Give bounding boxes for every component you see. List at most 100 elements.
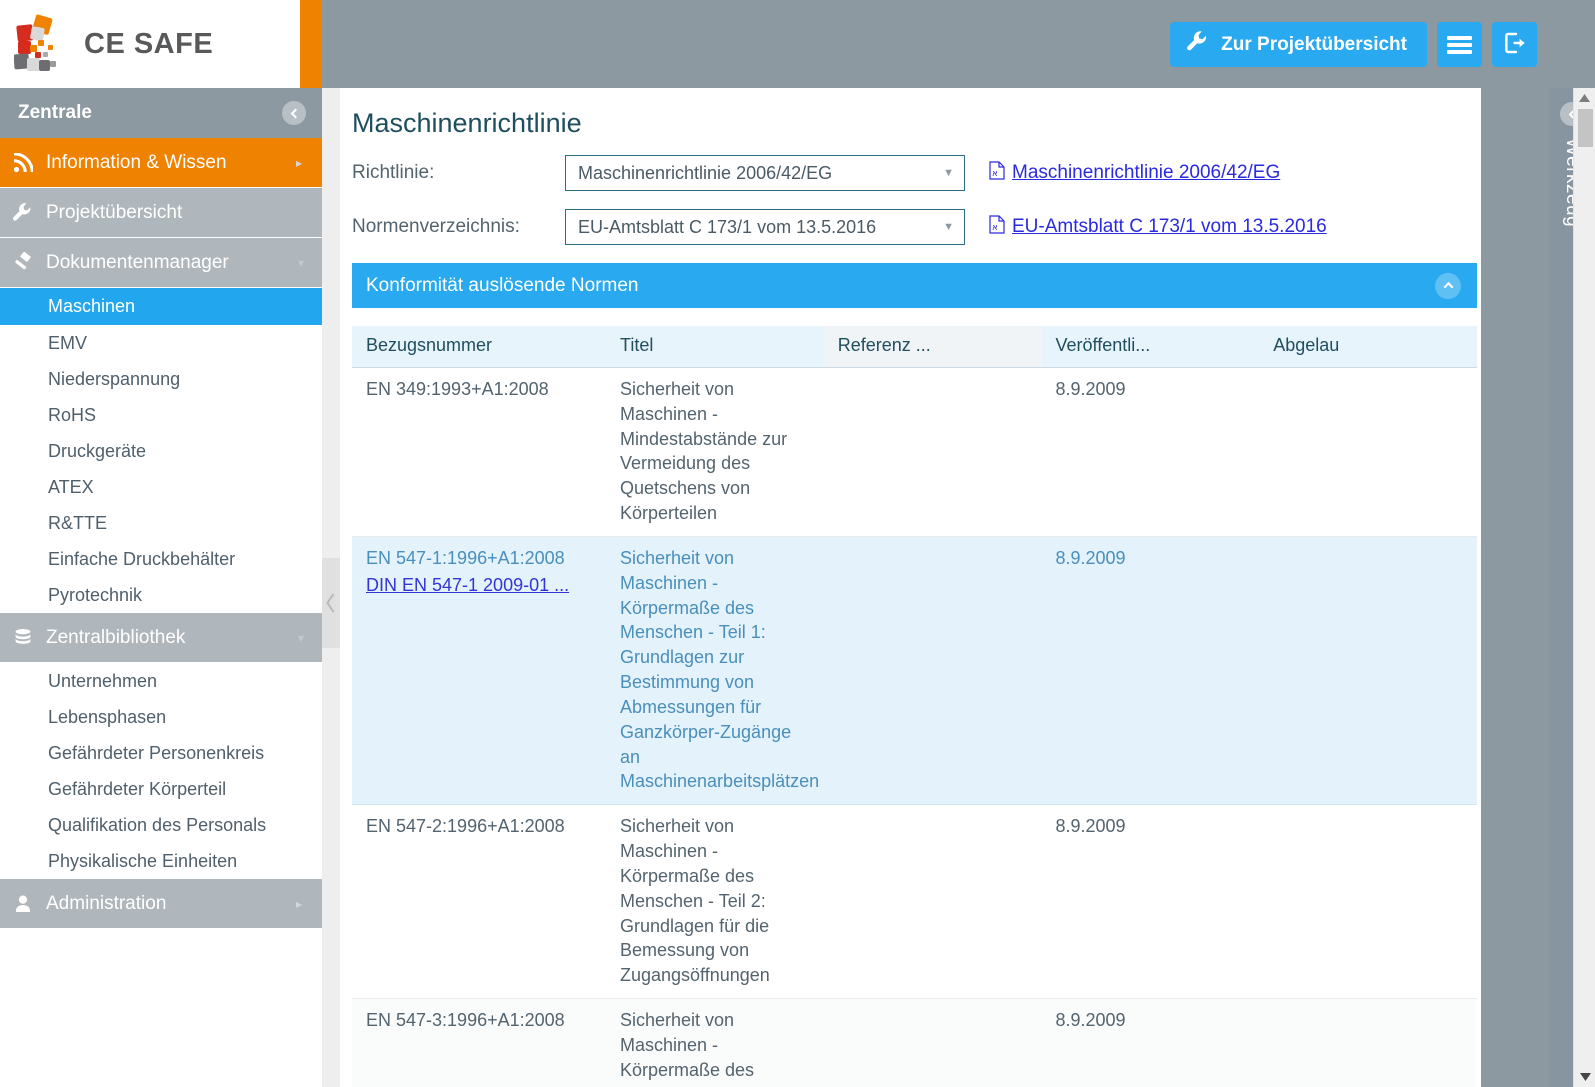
sidebar-item-maschinen[interactable]: Maschinen [0, 288, 322, 325]
cell-referenz [823, 536, 1042, 806]
cell-referenz [823, 367, 1042, 537]
table-header-row: Bezugsnummer Titel Referenz ... Veröffen… [352, 326, 1477, 368]
cell-titel: Sicherheit von Maschinen - Mindestabstän… [606, 367, 824, 537]
column-header-titel[interactable]: Titel [606, 326, 824, 368]
sidebar-group-label: Information & Wissen [46, 151, 227, 173]
cell-bezugsnummer: EN 547-2:1996+A1:2008 [352, 804, 606, 1000]
sidebar-item-gefaehrdeter-koerperteil[interactable]: Gefährdeter Körperteil [0, 771, 322, 807]
top-bar: Zur Projektübersicht [322, 0, 1595, 88]
sidebar-item-emv[interactable]: EMV [0, 325, 322, 361]
sidebar-collapse-button[interactable] [282, 101, 306, 125]
cell-bezugsnummer: EN 349:1993+A1:2008 [352, 367, 606, 537]
chevron-down-icon: ▼ [943, 167, 954, 179]
normenverzeichnis-select[interactable]: EU-Amtsblatt C 173/1 vom 13.5.2016 ▼ [565, 209, 965, 245]
scroll-up-arrow[interactable] [1574, 88, 1595, 108]
application-root: CE SAFE Zentrale Information & Wissen ▸ … [0, 0, 1595, 1087]
richtlinie-selected-value: Maschinenrichtlinie 2006/42/EG [578, 162, 833, 183]
wrench-icon [0, 202, 46, 224]
column-header-bezugsnummer[interactable]: Bezugsnummer [352, 326, 606, 368]
scroll-thumb[interactable] [1578, 109, 1593, 147]
sidebar-item-unternehmen[interactable]: Unternehmen [0, 663, 322, 699]
normen-table: Bezugsnummer Titel Referenz ... Veröffen… [352, 326, 1477, 1087]
richtlinie-select[interactable]: Maschinenrichtlinie 2006/42/EG ▼ [565, 155, 965, 191]
logout-button[interactable] [1492, 22, 1537, 67]
sidebar-header: Zentrale [0, 88, 322, 138]
cell-referenz [823, 804, 1042, 1000]
wrench-icon [1186, 30, 1210, 60]
rss-icon [0, 152, 46, 173]
sidebar-item-pyrotechnik[interactable]: Pyrotechnik [0, 577, 322, 613]
normenverzeichnis-row: Normenverzeichnis: EU-Amtsblatt C 173/1 … [350, 209, 1481, 245]
chevron-right-icon: ▸ [295, 155, 302, 170]
page-title: Maschinenrichtlinie [352, 108, 582, 138]
normenverzeichnis-pdf-link-label: EU-Amtsblatt C 173/1 vom 13.5.2016 [1012, 216, 1327, 237]
sidebar-group-label: Dokumentenmanager [46, 251, 229, 273]
caret-down-icon [1579, 1073, 1591, 1081]
caret-up-icon [1579, 94, 1590, 102]
scroll-down-arrow[interactable] [1574, 1067, 1595, 1087]
normen-panel-collapse-button[interactable] [1435, 272, 1461, 299]
sidebar-item-rtte[interactable]: R&TTE [0, 505, 322, 541]
normen-panel-header[interactable]: Konformität auslösende Normen [352, 263, 1477, 308]
bezugsnummer-text: EN 547-3:1996+A1:2008 [366, 1010, 565, 1031]
sidebar-content-divider [322, 88, 340, 1087]
richtlinie-pdf-link[interactable]: א Maschinenrichtlinie 2006/42/EG [989, 160, 1280, 186]
sidebar-item-atex[interactable]: ATEX [0, 469, 322, 505]
sidebar-item-niederspannung[interactable]: Niederspannung [0, 361, 322, 397]
cell-veroeffentlicht: 8.9.2009 [1041, 536, 1260, 806]
sidebar-item-gefaehrdeter-personenkreis[interactable]: Gefährdeter Personenkreis [0, 735, 322, 771]
pdf-file-icon: א [989, 214, 1005, 240]
table-row[interactable]: EN 547-3:1996+A1:2008 Sicherheit von Masc… [352, 998, 1477, 1087]
table-row[interactable]: EN 547-1:1996+A1:2008 DIN EN 547-1 2009-0… [352, 536, 1477, 806]
sidebar-collapse-handle[interactable] [322, 558, 340, 648]
cell-titel: Sicherheit von Maschinen - Körpermaße de… [606, 804, 824, 1000]
sidebar-item-qualifikation-des-personals[interactable]: Qualifikation des Personals [0, 807, 322, 843]
gavel-icon [0, 251, 46, 274]
main-content: Maschinenrichtlinie Richtlinie: Maschine… [340, 88, 1481, 1087]
bezugsnummer-text: EN 349:1993+A1:2008 [366, 379, 549, 399]
table-row[interactable]: EN 349:1993+A1:2008 Sicherheit von Maschi… [352, 367, 1477, 537]
cell-bezugsnummer: EN 547-1:1996+A1:2008 DIN EN 547-1 2009-0… [352, 536, 606, 806]
sidebar-group-projektuebersicht[interactable]: Projektübersicht [0, 188, 322, 238]
zur-projektuebersicht-button[interactable]: Zur Projektübersicht [1170, 22, 1427, 67]
pdf-file-icon: א [989, 160, 1005, 186]
sidebar-item-physikalische-einheiten[interactable]: Physikalische Einheiten [0, 843, 322, 879]
cell-titel: Sicherheit von Maschinen - Körpermaße de… [606, 998, 824, 1087]
menu-button[interactable] [1437, 22, 1482, 67]
sidebar-item-lebensphasen[interactable]: Lebensphasen [0, 699, 322, 735]
chevron-left-icon [290, 107, 297, 119]
document-reference-link[interactable]: DIN EN 547-1 2009-01 ... [366, 573, 594, 598]
logout-icon [1502, 30, 1528, 59]
sidebar-group-administration[interactable]: Administration ▸ [0, 879, 322, 929]
cell-veroeffentlicht: 8.9.2009 [1041, 367, 1260, 537]
cell-abgelaufen [1259, 367, 1477, 537]
sidebar-group-information-wissen[interactable]: Information & Wissen ▸ [0, 138, 322, 188]
normenverzeichnis-pdf-link[interactable]: א EU-Amtsblatt C 173/1 vom 13.5.2016 [989, 214, 1327, 240]
sidebar-group-label: Zentralbibliothek [46, 626, 186, 648]
normen-panel: Konformität auslösende Normen Bezugsnumm… [352, 263, 1477, 1087]
sidebar-item-einfache-druckbehaelter[interactable]: Einfache Druckbehälter [0, 541, 322, 577]
normen-panel-title: Konformität auslösende Normen [366, 274, 639, 296]
richtlinie-row: Richtlinie: Maschinenrichtlinie 2006/42/… [350, 155, 1481, 191]
chevron-down-icon: ▼ [943, 221, 954, 233]
chevron-down-icon: ▾ [297, 630, 304, 645]
sidebar-item-druckgeraete[interactable]: Druckgeräte [0, 433, 322, 469]
sidebar: CE SAFE Zentrale Information & Wissen ▸ … [0, 0, 322, 1087]
normenverzeichnis-selected-value: EU-Amtsblatt C 173/1 vom 13.5.2016 [578, 216, 877, 237]
sidebar-header-label: Zentrale [18, 102, 92, 123]
sidebar-group-dokumentenmanager[interactable]: Dokumentenmanager ▾ [0, 238, 322, 288]
cell-bezugsnummer: EN 547-3:1996+A1:2008 [352, 998, 606, 1087]
column-header-veroeffentlicht[interactable]: Veröffentli... [1041, 326, 1260, 368]
cell-referenz [823, 998, 1042, 1087]
bezugsnummer-text: EN 547-1:1996+A1:2008 [366, 547, 565, 568]
table-row[interactable]: EN 547-2:1996+A1:2008 Sicherheit von Masc… [352, 804, 1477, 1000]
hamburger-icon [1447, 33, 1472, 57]
content-vertical-scrollbar[interactable] [1573, 88, 1595, 1087]
sidebar-group-zentralbibliothek[interactable]: Zentralbibliothek ▾ [0, 613, 322, 663]
zur-projektuebersicht-label: Zur Projektübersicht [1221, 33, 1407, 55]
cell-abgelaufen [1259, 536, 1477, 806]
column-header-abgelaufen[interactable]: Abgelau [1259, 326, 1477, 368]
sidebar-item-rohs[interactable]: RoHS [0, 397, 322, 433]
column-header-referenz[interactable]: Referenz ... [823, 326, 1042, 368]
brand-logo-bar: CE SAFE [0, 0, 322, 88]
